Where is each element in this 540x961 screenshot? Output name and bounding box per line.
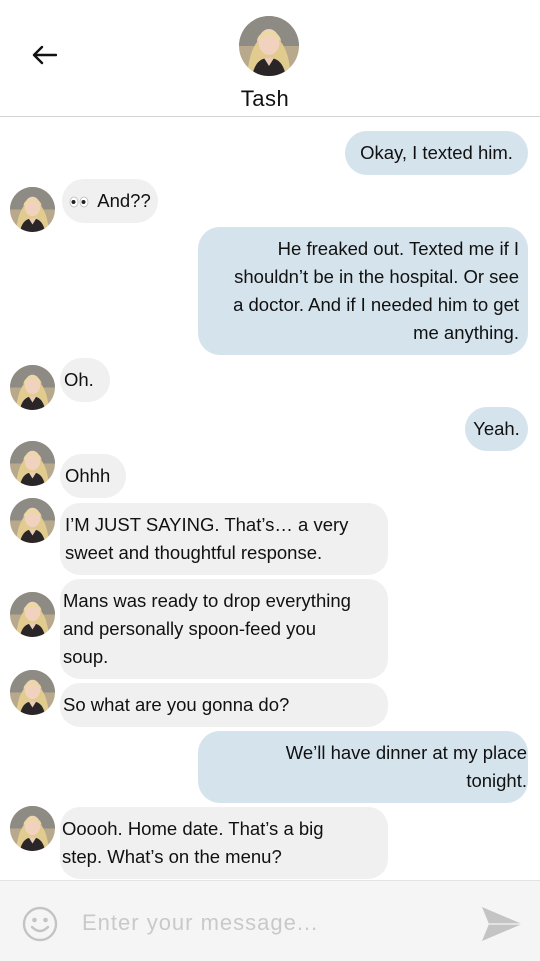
contact-avatar[interactable]: [239, 16, 299, 76]
arrow-left-icon: [32, 45, 57, 65]
sender-avatar: [10, 498, 55, 543]
message-input[interactable]: [82, 905, 442, 941]
message-composer: [0, 880, 540, 961]
contact-name: Tash: [240, 86, 290, 111]
back-button[interactable]: [24, 38, 64, 72]
message-outgoing: Okay, I texted him.: [345, 131, 528, 175]
message-incoming: Ooooh. Home date. That’s a big step. Wha…: [60, 807, 388, 879]
sender-avatar: [10, 670, 55, 715]
sender-avatar: [10, 806, 55, 851]
message-outgoing: Yeah.: [465, 407, 528, 451]
message-incoming: And??: [62, 179, 158, 223]
message-incoming: Ohhh: [60, 454, 126, 498]
smiley-icon: [22, 906, 58, 942]
message-incoming: So what are you gonna do?: [60, 683, 388, 727]
send-button[interactable]: [480, 905, 524, 943]
message-incoming: I’M JUST SAYING. That’s… a very sweet an…: [60, 503, 388, 575]
message-outgoing: He freaked out. Texted me if I shouldn’t…: [198, 227, 528, 355]
message-incoming: Mans was ready to drop everything and pe…: [60, 579, 388, 679]
sender-avatar: [10, 365, 55, 410]
eyes-icon: [69, 188, 89, 216]
emoji-button[interactable]: [22, 906, 58, 942]
send-arrow-icon: [482, 907, 522, 941]
message-incoming: Oh.: [60, 358, 110, 402]
chat-header: Tash: [0, 0, 540, 117]
sender-avatar: [10, 592, 55, 637]
message-thread[interactable]: Okay, I texted him. And?? He freaked out…: [0, 117, 540, 879]
sender-avatar: [10, 187, 55, 232]
message-outgoing: We’ll have dinner at my place tonight.: [198, 731, 528, 803]
sender-avatar: [10, 441, 55, 486]
